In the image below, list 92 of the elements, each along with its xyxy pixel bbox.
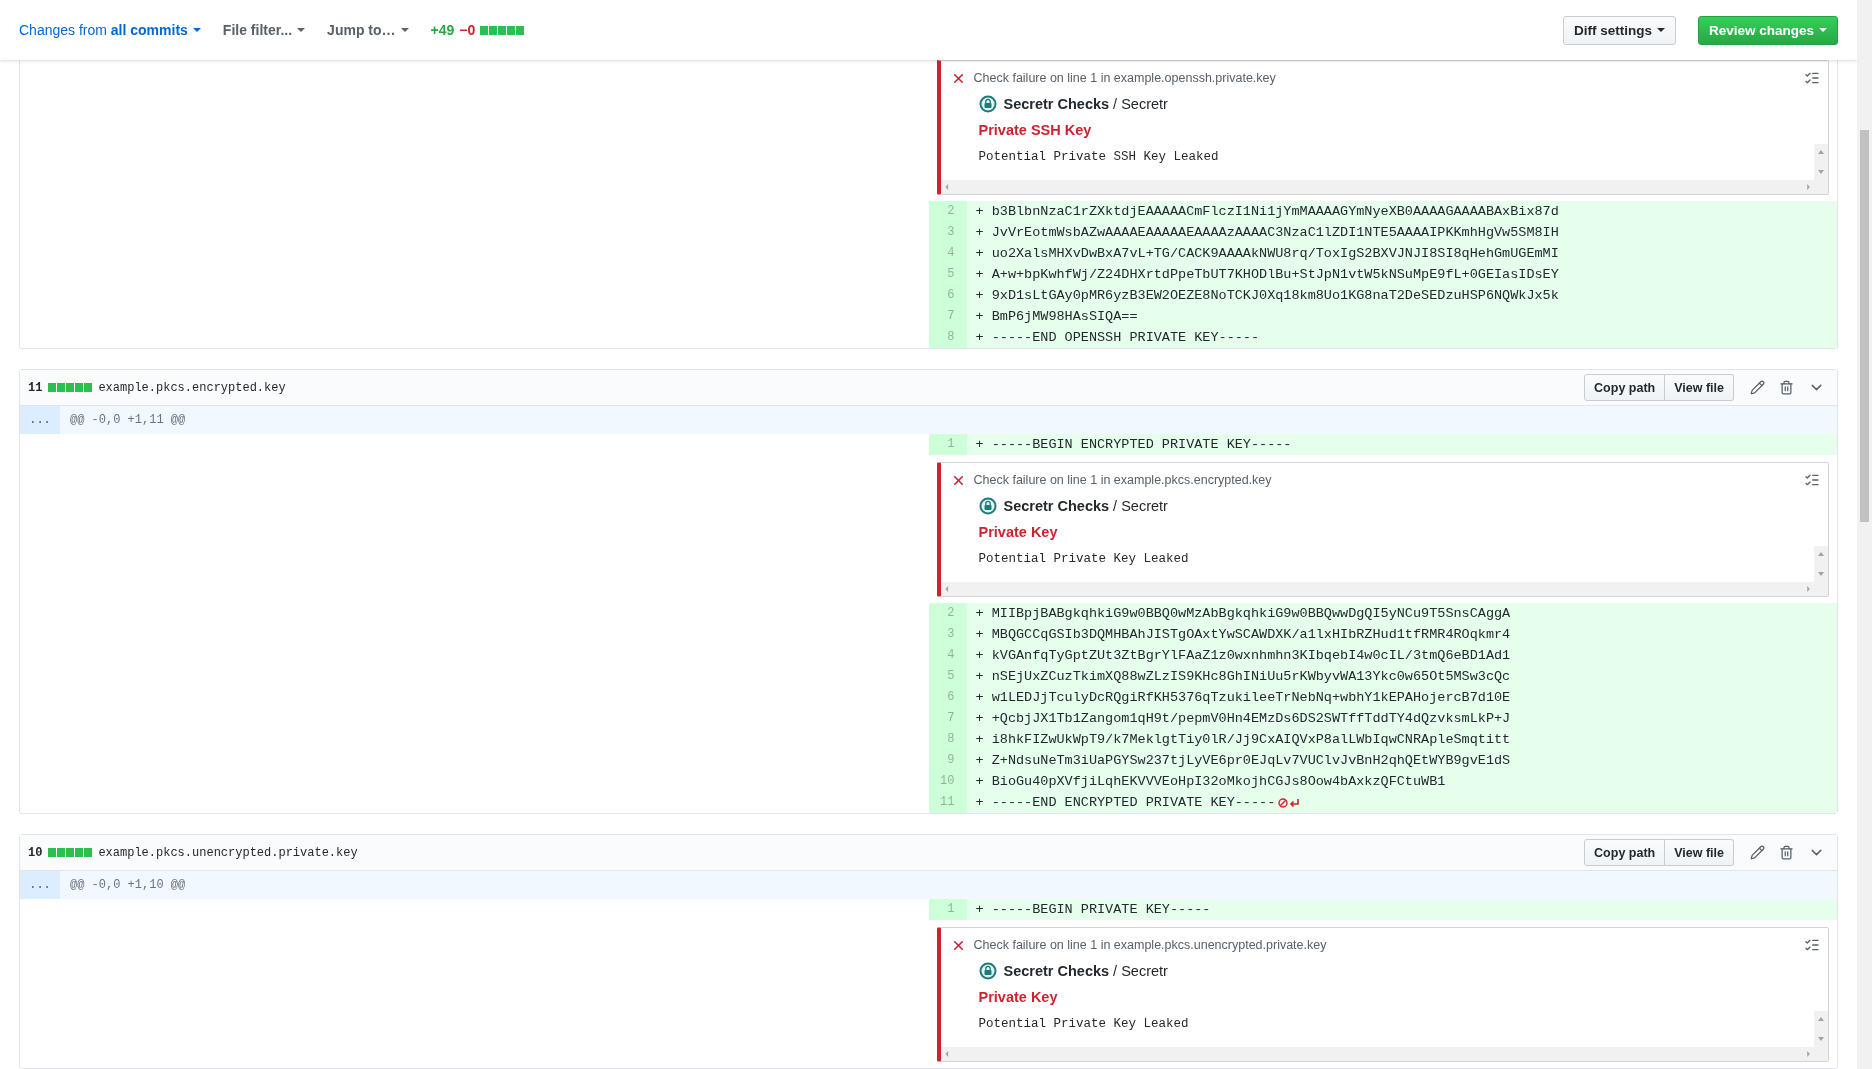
code-line: + -----END OPENSSH PRIVATE KEY----- — [975, 330, 1260, 345]
code-line: + -----END ENCRYPTED PRIVATE KEY----- — [975, 795, 1276, 810]
file-filter-dropdown[interactable]: File filter... — [222, 22, 306, 38]
code-line: + +QcbjJX1Tb1Zangom1qH9t/pepmV0Hn4EMzDs6DS2SWTffTddTY4dQzvksmLkP+J — [975, 711, 1511, 726]
line-number: 4 — [928, 243, 967, 264]
scrollbar-drawing[interactable] — [940, 582, 1828, 596]
line-number: 4 — [928, 645, 967, 666]
line-number: 1 — [928, 434, 967, 455]
line-number: 10 — [928, 771, 967, 792]
code-line: + JvVrEotmWsbAZwAAAAEAAAAAEAAAAzAAAAC3NzaC1lZDI1NTE5AAAAIPKKmhHgVw5SM8IH — [975, 225, 1559, 240]
annotation-message: Potential Private Key Leaked — [977, 551, 1190, 568]
check-failure-title: Check failure on line 1 in example.pkcs.encrypted.key — [973, 473, 1273, 487]
check-source: / Secretr — [1113, 96, 1168, 112]
code-line: + BmP6jMW98HAsSIQA== — [975, 309, 1138, 324]
line-number: 11 — [928, 792, 967, 813]
scrollbar-drawing[interactable] — [1814, 1011, 1828, 1047]
line-number: 7 — [928, 306, 967, 327]
line-number: 8 — [928, 729, 967, 750]
jump-to-dropdown[interactable]: Jump to… — [327, 22, 409, 38]
line-number: 9 — [928, 750, 967, 771]
code-line: + A+w+bpKwhfWj/Z24DHXrtdPpeTbUT7KHODlBu+StJpN1vtW5kNSuMpE9fL+0GEIasIDsEY — [975, 267, 1559, 282]
annotation-message: Potential Private Key Leaked — [977, 1016, 1190, 1033]
scrollbar-drawing[interactable] — [1814, 546, 1828, 582]
checklist-icon[interactable] — [1804, 70, 1820, 86]
app-name: Secretr Checks — [1003, 96, 1110, 112]
code-line: + -----BEGIN ENCRYPTED PRIVATE KEY----- — [975, 437, 1292, 452]
diffstat-drawing — [48, 848, 93, 857]
line-number: 3 — [928, 222, 967, 243]
line-number: 6 — [928, 687, 967, 708]
file-name: example.pkcs.unencrypted.private.key — [98, 845, 358, 860]
code-line: + b3BlbnNzaC1rZXktdjEAAAAACmFlczI1Ni1jYmMAAAAGYmNyeXB0AAAAGAAAABAxBix87d — [975, 204, 1559, 219]
code-line: + BioGu40pXVfjiLqhEKVVVEoHpI32oMkojhCGJs8Oow4bAxkzQFCtuWB1 — [975, 774, 1446, 789]
code-line: + nSEjUxZCuzTkimXQ88wZLzIS9KHc8GhINiUu5rKWbyvWA13Ykc0w65Ot5MSw3cQc — [975, 669, 1511, 684]
scrollbar-drawing[interactable] — [940, 180, 1828, 194]
code-line: + i8hkFIZwUkWpT9/k7MeklgtTiy0lR/Jj9CxAIQVxP8alLWbIqwCNRApleSmqtitt — [975, 732, 1511, 747]
additions-count: +49 — [430, 22, 455, 38]
scrollbar-drawing[interactable] — [1814, 144, 1828, 180]
expand-button[interactable]: ... — [20, 406, 60, 434]
line-number: 1 — [928, 899, 967, 920]
line-number: 7 — [928, 708, 967, 729]
annotation-heading: Private Key — [977, 524, 1059, 540]
line-number: 6 — [928, 285, 967, 306]
check-source: / Secretr — [1113, 963, 1168, 979]
caret-icon — [400, 28, 409, 32]
line-number: 5 — [928, 666, 967, 687]
deletions-count: −0 — [459, 22, 476, 38]
annotation-heading: Private Key — [977, 989, 1059, 1005]
scrollbar-drawing[interactable] — [1857, 0, 1872, 1069]
scrollbar-drawing[interactable] — [940, 1047, 1828, 1061]
view-file-button[interactable]: View file — [1665, 839, 1734, 866]
copy-path-button[interactable]: Copy path — [1584, 839, 1666, 866]
checklist-icon[interactable] — [1804, 472, 1820, 488]
code-line: + Z+NdsuNeTm3iUaPGYSw237tjLyVE6pr0EJqLv7VUClvJvBnH2qhQEtWYB9gvE1dS — [975, 753, 1511, 768]
code-line: + w1LEDJjTculyDcRQgiRfKH5376qTzukileeTrNebNq+wbhY1kEPAHojercB7d10E — [975, 690, 1511, 705]
caret-icon — [1819, 28, 1827, 32]
lock-avatar-icon — [978, 95, 997, 113]
copy-path-button[interactable]: Copy path — [1584, 374, 1666, 401]
diffstat-drawing — [48, 383, 93, 392]
code-line: + -----BEGIN PRIVATE KEY----- — [975, 902, 1211, 917]
line-number: 5 — [928, 264, 967, 285]
checklist-icon[interactable] — [1804, 937, 1820, 953]
code-line: + 9xD1sLtGAy0pMR6yzB3EW2OEZE8NoTCKJ0Xq18km8Uo1KG8naT2DeSEDzuHSP6NQWkJx5k — [975, 288, 1559, 303]
expand-button[interactable]: ... — [20, 871, 60, 899]
app-name: Secretr Checks — [1003, 498, 1110, 514]
line-number: 8 — [928, 327, 967, 348]
change-count: 10 — [28, 845, 43, 860]
caret-icon — [1656, 28, 1665, 32]
caret-icon — [297, 28, 306, 32]
view-file-button[interactable]: View file — [1665, 374, 1734, 401]
diffstat-drawing — [480, 25, 525, 35]
change-count: 11 — [28, 380, 43, 395]
changes-dropdown[interactable]: Changes from all commits — [19, 22, 201, 38]
code-line: + MBQGCCqGSIb3DQMHBAhJISTgOAxtYwSCAWDXK/a1lxHIbRZHud1tfRMR4ROqkmr4 — [975, 627, 1511, 642]
file-name: example.pkcs.encrypted.key — [98, 380, 286, 395]
code-line: + uo2XalsMHXvDwBxA7vL+TG/CACK9AAAAkNWU8rq/ToxIgS2BXVJNJI8SI8qHehGmUGEmMI — [975, 246, 1559, 261]
lock-avatar-icon — [978, 962, 997, 980]
annotation-heading: Private SSH Key — [977, 122, 1093, 138]
line-number: 3 — [928, 624, 967, 645]
check-source: / Secretr — [1113, 498, 1168, 514]
line-number: 2 — [928, 201, 967, 222]
hunk-range: @@ -0,0 +1,10 @@ — [69, 878, 186, 892]
check-failure-title: Check failure on line 1 in example.openssh.private.key — [973, 71, 1277, 85]
app-name: Secretr Checks — [1003, 963, 1110, 979]
lock-avatar-icon — [978, 497, 997, 515]
code-line: + MIIBpjBABgkqhkiG9w0BBQ0wMzAbBgkqhkiG9w0BBQwwDgQI5yNCu9T5SnsCAggA — [975, 606, 1511, 621]
caret-icon — [192, 28, 201, 32]
line-number: 2 — [928, 603, 967, 624]
hunk-range: @@ -0,0 +1,11 @@ — [69, 413, 186, 427]
check-failure-title: Check failure on line 1 in example.pkcs.unencrypted.private.key — [973, 938, 1328, 952]
diff-settings-button[interactable]: Diff settings — [1562, 15, 1676, 45]
code-line: + kVGAnfqTyGptZUt3ZtBgrYlFAaZ1z0wxnhmhn3KIbqebI4w0cIL/3tmQ6eBD1Ad1 — [975, 648, 1511, 663]
annotation-message: Potential Private SSH Key Leaked — [977, 149, 1220, 166]
